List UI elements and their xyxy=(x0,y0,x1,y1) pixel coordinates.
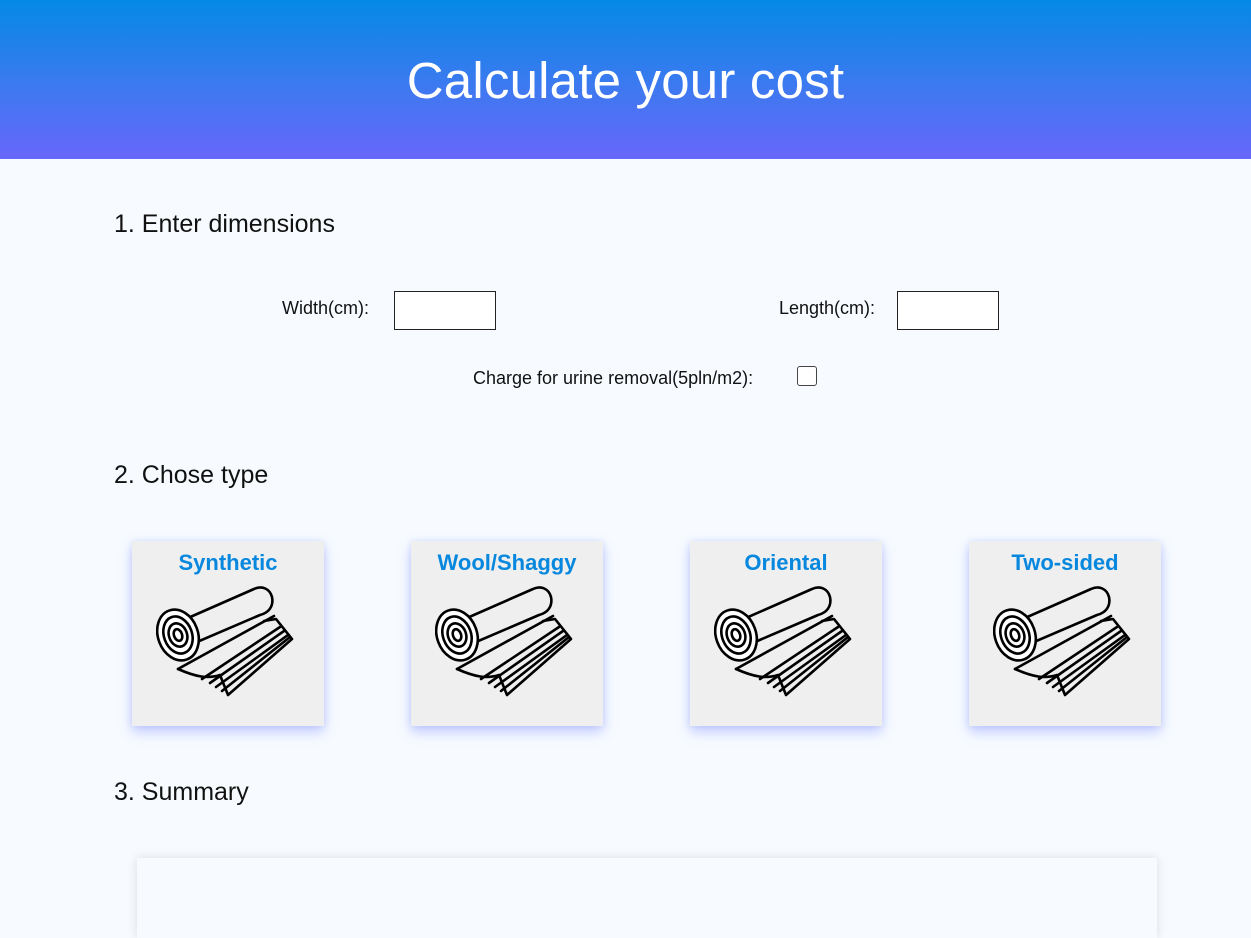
rug-roll-icon xyxy=(156,586,294,697)
width-label: Width(cm): xyxy=(282,298,369,318)
summary-section-title: 3. Summary xyxy=(114,778,249,806)
type-option-label: Synthetic xyxy=(178,550,278,575)
type-option-label: Two-sided xyxy=(1011,550,1119,575)
page-title: Calculate your cost xyxy=(406,52,845,109)
rug-roll-icon xyxy=(714,586,852,697)
page-header: Calculate your cost xyxy=(0,0,1251,159)
summary-box xyxy=(137,858,1157,938)
type-option-label: Wool/Shaggy xyxy=(437,550,577,575)
rug-roll-icon xyxy=(435,586,573,697)
type-section-title: 2. Chose type xyxy=(114,461,269,489)
dimensions-section-title: 1. Enter dimensions xyxy=(114,210,335,238)
type-option-wool-shaggy[interactable]: Wool/Shaggy xyxy=(411,541,603,726)
length-label: Length(cm): xyxy=(779,298,876,318)
urine-removal-label: Charge for urine removal(5pln/m2): xyxy=(473,368,754,388)
type-option-label: Oriental xyxy=(744,550,828,575)
width-input[interactable] xyxy=(394,291,496,330)
type-option-synthetic[interactable]: Synthetic xyxy=(132,541,324,726)
type-option-oriental[interactable]: Oriental xyxy=(690,541,882,726)
length-input[interactable] xyxy=(897,291,999,330)
type-option-two-sided[interactable]: Two-sided xyxy=(969,541,1161,726)
rug-roll-icon xyxy=(993,586,1131,697)
urine-removal-checkbox[interactable] xyxy=(797,366,817,386)
